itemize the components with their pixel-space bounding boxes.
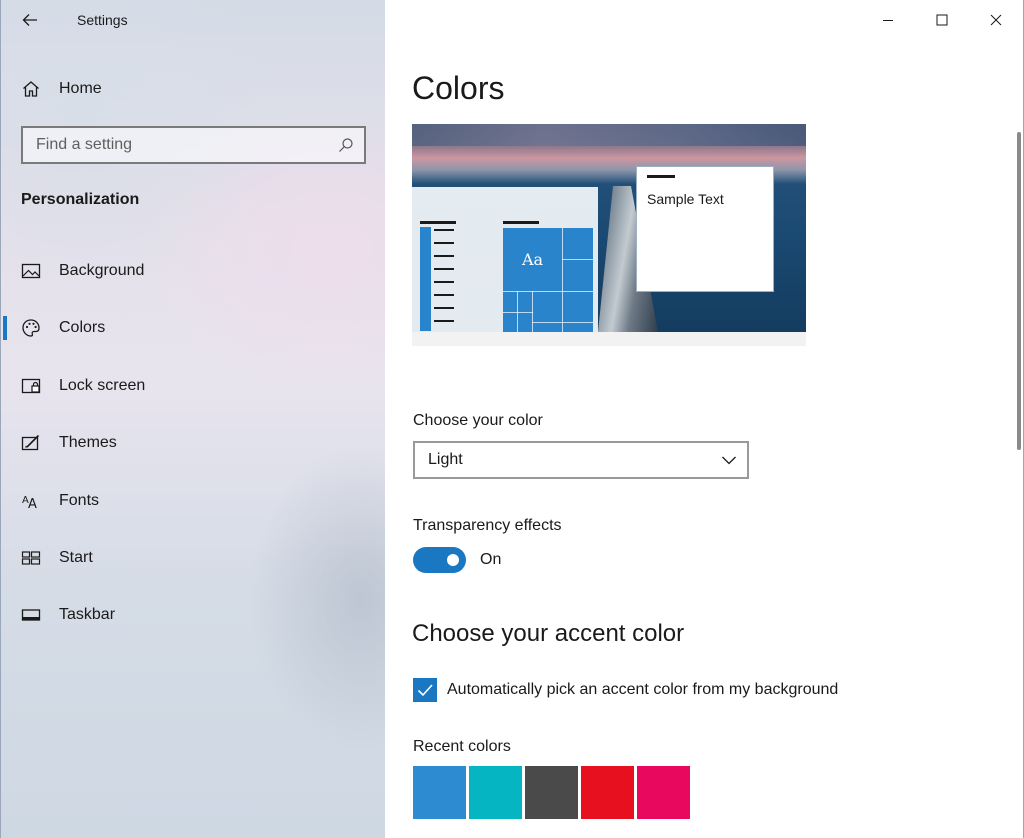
transparency-toggle[interactable] [413,547,466,573]
color-swatch[interactable] [581,766,634,819]
sidebar-item-taskbar[interactable]: Taskbar [1,595,386,635]
color-swatch[interactable] [525,766,578,819]
palette-icon [21,318,41,338]
preview-app-icons [420,227,431,331]
themes-icon [21,433,41,453]
home-icon [21,79,41,99]
preview-sample-text: Sample Text [647,191,724,207]
sidebar-item-label: Themes [59,434,117,451]
maximize-icon [936,14,948,26]
sidebar-item-start[interactable]: Start [1,538,386,578]
back-arrow-icon [22,14,37,26]
chevron-down-icon [722,456,736,465]
svg-text:A: A [28,497,37,510]
toggle-knob [447,554,459,566]
preview-start-menu: Aa [412,187,598,332]
fonts-icon: A A [21,491,41,511]
minimize-button[interactable] [861,0,915,40]
auto-accent-checkbox[interactable] [413,678,437,702]
sidebar-item-lock-screen[interactable]: Lock screen [1,366,386,406]
preview-menu-header [420,221,456,224]
window-controls [861,0,1023,40]
sidebar-item-label: Colors [59,319,106,336]
sidebar-item-label: Taskbar [59,606,116,623]
picture-icon [21,261,41,281]
preview-window-bar [647,175,675,178]
minimize-icon [883,20,893,21]
preview-sky [412,124,806,146]
auto-accent-label[interactable]: Automatically pick an accent color from … [447,681,838,699]
close-button[interactable] [969,0,1023,40]
title-bar: Settings [1,0,386,40]
checkmark-icon [417,684,433,697]
choose-color-value: Light [428,451,463,468]
choose-color-label: Choose your color [413,412,543,429]
preview-app-list [434,229,454,333]
nav-home[interactable]: Home [1,70,386,108]
sidebar-item-label: Lock screen [59,377,146,394]
sidebar-item-background[interactable]: Background [1,251,386,291]
theme-preview: Aa Sample Text [412,124,806,346]
content-pane: Colors Aa Sample Text Choose your color … [385,0,1024,838]
recent-colors [413,766,693,819]
app-title: Settings [77,12,128,28]
search-box[interactable] [21,126,366,164]
page-title: Colors [412,70,505,106]
section-title: Personalization [21,191,140,208]
close-icon [990,14,1002,26]
color-swatch[interactable] [637,766,690,819]
color-swatch[interactable] [469,766,522,819]
nav-home-label: Home [59,80,102,97]
preview-sample-window: Sample Text [636,166,774,292]
preview-tiles-header [503,221,539,224]
sidebar-item-themes[interactable]: Themes [1,423,386,463]
sidebar-item-colors[interactable]: Colors [1,308,386,348]
sidebar-item-label: Background [59,262,145,279]
recent-colors-label: Recent colors [413,738,511,755]
color-swatch[interactable] [413,766,466,819]
transparency-label: Transparency effects [413,517,562,534]
sidebar-item-label: Fonts [59,492,100,509]
taskbar-icon [21,605,41,625]
scrollbar[interactable] [1017,132,1021,450]
search-input[interactable] [23,128,323,162]
back-button[interactable] [15,7,45,33]
sidebar-item-label: Start [59,549,93,566]
transparency-state: On [480,551,502,568]
maximize-button[interactable] [915,0,969,40]
preview-tiles: Aa [503,228,593,332]
choose-color-dropdown[interactable]: Light [413,441,749,479]
navigation-pane: Settings Home Personalization Background [0,0,385,838]
preview-tile-text: Aa [521,250,544,269]
search-icon[interactable] [338,137,354,153]
accent-color-heading: Choose your accent color [412,620,685,647]
sidebar-item-fonts[interactable]: A A Fonts [1,481,386,521]
lock-screen-icon [21,376,41,396]
start-icon [21,548,41,568]
